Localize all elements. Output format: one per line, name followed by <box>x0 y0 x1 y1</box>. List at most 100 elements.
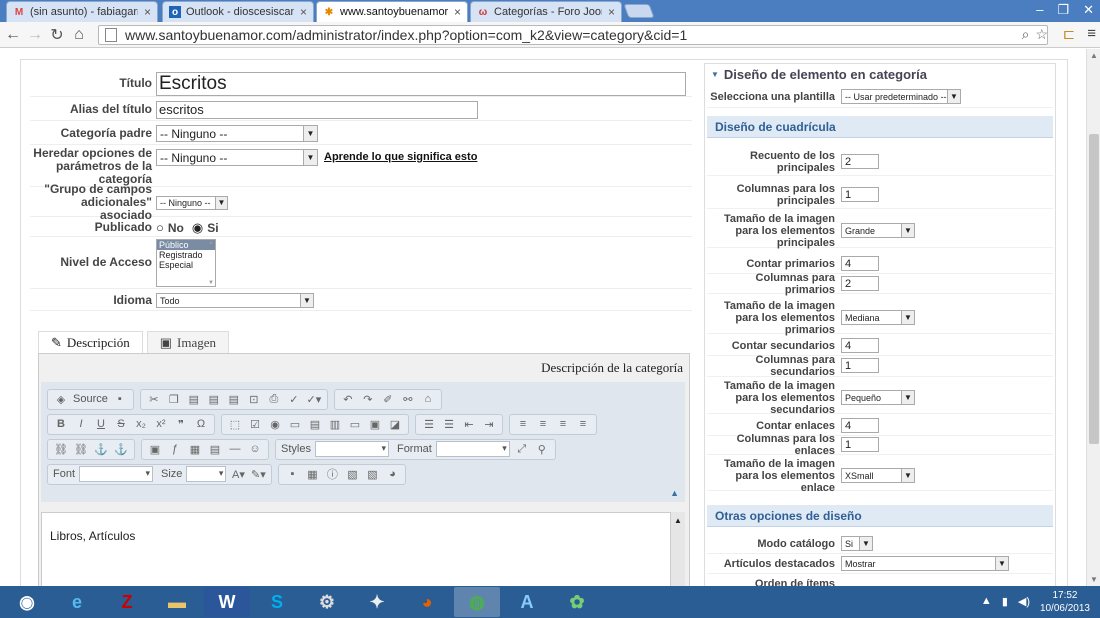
access-option[interactable]: Registrado <box>157 250 215 260</box>
tray-arrow-icon[interactable]: ▲ <box>981 595 992 608</box>
home-icon[interactable]: ⌂ <box>68 26 90 44</box>
anchor-icon[interactable]: ⚓ <box>93 441 109 457</box>
editor-content[interactable]: Libros, Artículos <box>41 512 671 586</box>
image-insert-icon[interactable]: ▣ <box>147 441 163 457</box>
talk-icon[interactable]: ◉ <box>4 587 50 617</box>
font-combo[interactable] <box>79 466 154 482</box>
justify-icon[interactable]: ≡ <box>575 416 591 432</box>
paste-text-icon[interactable]: ▤ <box>206 391 222 407</box>
parent-select[interactable]: -- Ninguno -- ▼ <box>156 125 318 142</box>
search-icon[interactable]: ⌕ <box>1022 26 1030 43</box>
remove-format-icon[interactable]: ⌂ <box>420 391 436 407</box>
textfield-icon[interactable]: ▭ <box>287 416 303 432</box>
radio-no[interactable]: ○ <box>156 220 164 235</box>
extension-icon[interactable]: ⊏ <box>1063 25 1076 43</box>
learn-more-link[interactable]: Aprende lo que significa esto <box>324 151 477 163</box>
tab-santoybuenamor[interactable]: ✱www.santoybuenamor.com× <box>316 1 468 22</box>
scroll-up-icon[interactable]: ▲ <box>674 516 682 525</box>
plugin3-icon[interactable]: ◕ <box>384 466 400 482</box>
anchor2-icon[interactable]: ⚓ <box>113 441 129 457</box>
align-left-icon[interactable]: ≡ <box>515 416 531 432</box>
close-icon[interactable]: × <box>608 5 615 19</box>
minimize-icon[interactable]: – <box>1036 2 1043 18</box>
find-icon[interactable]: ✐ <box>380 391 396 407</box>
replace-icon[interactable]: ⚯ <box>400 391 416 407</box>
outdent-icon[interactable]: ⇤ <box>461 416 477 432</box>
source-button[interactable]: ◈ Source ▪ <box>47 388 134 410</box>
button-icon[interactable]: ▭ <box>347 416 363 432</box>
form-icon[interactable]: ⬚ <box>227 416 243 432</box>
format-combo[interactable] <box>435 441 510 457</box>
close-window-icon[interactable]: ✕ <box>1083 2 1094 18</box>
radio-yes[interactable]: ◉ <box>192 220 203 236</box>
layout-number-input[interactable]: 4 <box>841 256 879 271</box>
extra-fields-select[interactable]: -- Ninguno -- ▼ <box>156 195 228 210</box>
tab-outlook[interactable]: oOutlook - dioscesiscanelo× <box>162 1 314 22</box>
tab-gmail[interactable]: M(sin asunto) - fabiagarre@× <box>6 1 158 22</box>
smiley-icon[interactable]: ☺ <box>247 441 263 457</box>
skype-icon[interactable]: S <box>254 587 300 617</box>
print-icon[interactable]: ⎙ <box>266 391 282 407</box>
image-size-select[interactable]: XSmall ▼ <box>841 468 915 483</box>
access-option[interactable]: Público <box>157 239 215 250</box>
flash-icon[interactable]: ƒ <box>167 441 183 457</box>
hidden-field-icon[interactable]: ◪ <box>387 416 403 432</box>
underline-icon[interactable]: U <box>93 416 109 432</box>
tab-foro-joomla[interactable]: ωCategorías - Foro Joomla!× <box>470 1 622 22</box>
special-char-icon[interactable]: Ω <box>193 416 209 432</box>
table-icon[interactable]: ▦ <box>187 441 203 457</box>
scroll-thumb[interactable] <box>1089 134 1099 444</box>
featured-select[interactable]: Mostrar ▼ <box>841 556 1009 571</box>
strike-icon[interactable]: S <box>113 416 129 432</box>
superscript-icon[interactable]: x² <box>153 416 169 432</box>
image-size-select[interactable]: Pequeño ▼ <box>841 390 915 405</box>
hr-line-icon[interactable]: — <box>227 441 243 457</box>
collapse-toolbar-icon[interactable]: ▲ <box>670 488 679 498</box>
access-listbox[interactable]: Público Registrado Especial ▲ ▼ <box>156 238 216 287</box>
signal-icon[interactable]: ▮ <box>1002 595 1008 608</box>
tab-descripcion[interactable]: ✎ Descripción <box>38 331 143 353</box>
firefox-icon[interactable]: ◕ <box>404 587 450 617</box>
url-input[interactable]: www.santoybuenamor.com/administrator/ind… <box>98 25 1048 45</box>
layout-number-input[interactable]: 2 <box>841 154 879 169</box>
editor-scrollbar[interactable]: ▲ <box>671 512 685 586</box>
inkscape-icon[interactable]: A <box>504 587 550 617</box>
spellcheck-icon[interactable]: ✓ <box>286 391 302 407</box>
select-all-icon[interactable]: ⊡ <box>246 391 262 407</box>
numbered-list-icon[interactable]: ☰ <box>421 416 437 432</box>
styles-combo[interactable] <box>314 441 389 457</box>
zoom-icon[interactable]: ⚲ <box>534 441 550 457</box>
undo-icon[interactable]: ↶ <box>340 391 356 407</box>
align-right-icon[interactable]: ≡ <box>555 416 571 432</box>
paste-word-icon[interactable]: ▤ <box>226 391 242 407</box>
template-icon[interactable]: ▦ <box>304 466 320 482</box>
image-size-select[interactable]: Grande ▼ <box>841 223 915 238</box>
blockquote-icon[interactable]: ❞ <box>173 416 189 432</box>
menu-icon[interactable]: ≡ <box>1087 25 1096 43</box>
catalog-select[interactable]: Si ▼ <box>841 536 873 551</box>
close-icon[interactable]: × <box>300 5 307 19</box>
new-tab-button[interactable] <box>623 4 655 18</box>
back-icon[interactable]: ← <box>2 26 24 44</box>
save-icon[interactable]: ▪ <box>112 391 128 407</box>
subscript-icon[interactable]: x₂ <box>133 416 149 432</box>
word-icon[interactable]: W <box>204 587 250 617</box>
language-select[interactable]: Todo ▼ <box>156 293 314 308</box>
radio-icon[interactable]: ◉ <box>267 416 283 432</box>
layout-number-input[interactable]: 4 <box>841 418 879 433</box>
indent-icon[interactable]: ⇥ <box>481 416 497 432</box>
chrome-icon[interactable]: ◍ <box>454 587 500 617</box>
layout-number-input[interactable]: 2 <box>841 276 879 291</box>
maximize-icon[interactable]: ⤢ <box>514 441 530 457</box>
checkbox-icon[interactable]: ☑ <box>247 416 263 432</box>
paste-icon[interactable]: ▤ <box>186 391 202 407</box>
close-icon[interactable]: × <box>454 5 461 19</box>
tool-icon[interactable]: ⚙ <box>304 587 350 617</box>
inherit-select[interactable]: -- Ninguno -- ▼ <box>156 149 318 166</box>
page-scrollbar[interactable]: ▲ ▼ <box>1086 49 1100 586</box>
volume-icon[interactable]: ◀) <box>1018 595 1030 608</box>
size-combo[interactable] <box>186 466 227 482</box>
title-input[interactable]: Escritos <box>156 71 686 96</box>
picasa-icon[interactable]: ✿ <box>554 587 600 617</box>
tab-imagen[interactable]: ▣ Imagen <box>146 331 229 353</box>
